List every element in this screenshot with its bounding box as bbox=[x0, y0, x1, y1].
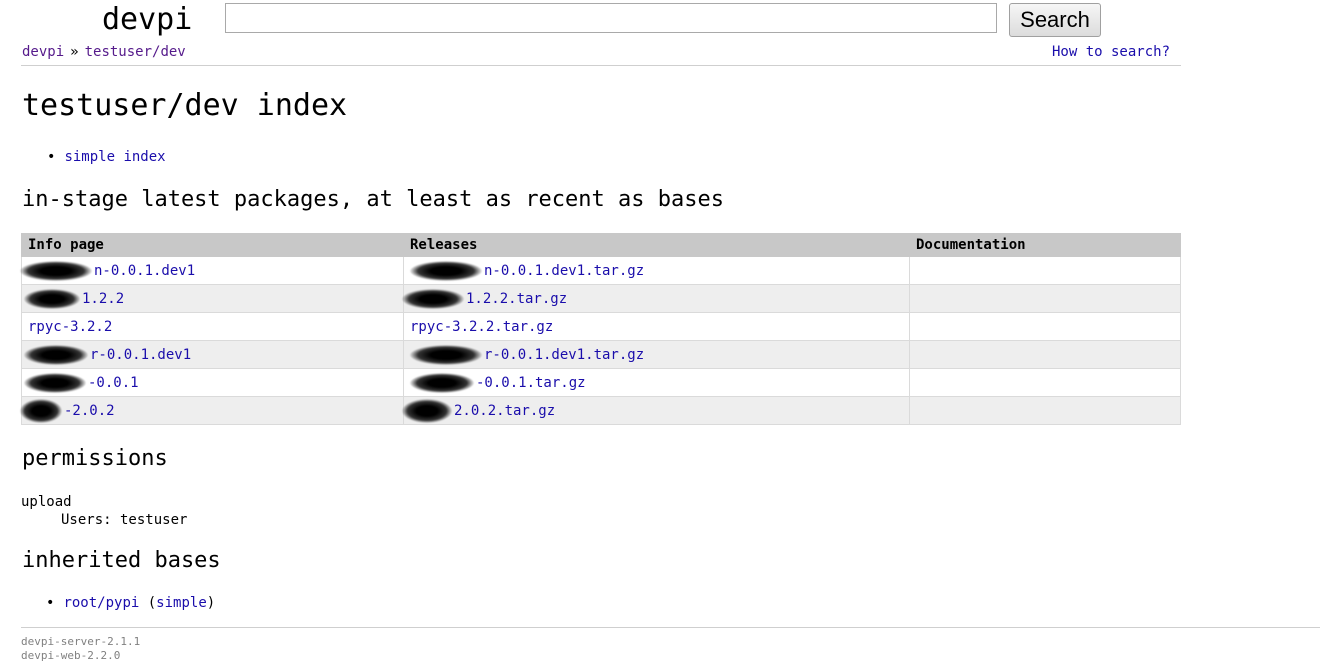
release-link[interactable]: 1.2.2.tar.gz bbox=[466, 291, 567, 307]
permissions-heading: permissions bbox=[22, 446, 168, 471]
release-cell: 2.0.2.tar.gz bbox=[402, 396, 910, 425]
redaction-scribble bbox=[402, 398, 452, 423]
redaction-scribble bbox=[410, 344, 482, 365]
info-page-link[interactable]: -0.0.1 bbox=[88, 375, 139, 391]
packages-table: Info page Releases Documentation n-0.0.1… bbox=[20, 233, 1181, 425]
info-cell: 1.2.2 bbox=[21, 284, 404, 313]
release-cell: n-0.0.1.dev1.tar.gz bbox=[403, 256, 910, 285]
table-row: -2.0.2 2.0.2.tar.gz bbox=[20, 396, 1181, 425]
info-cell: -2.0.2 bbox=[20, 396, 404, 425]
bases-list: root/pypi (simple) bbox=[46, 595, 215, 611]
info-page-link[interactable]: r-0.0.1.dev1 bbox=[90, 347, 191, 363]
info-page-link[interactable]: n-0.0.1.dev1 bbox=[94, 263, 195, 279]
documentation-cell bbox=[909, 340, 1181, 369]
release-link[interactable]: r-0.0.1.dev1.tar.gz bbox=[484, 347, 644, 363]
redaction-scribble bbox=[24, 344, 88, 365]
release-cell: 1.2.2.tar.gz bbox=[402, 284, 910, 313]
base-root-pypi-link[interactable]: root/pypi bbox=[63, 595, 139, 611]
devpi-logo[interactable]: devpi bbox=[102, 2, 192, 37]
upload-permission-label: upload bbox=[21, 494, 72, 510]
search-button[interactable]: Search bbox=[1009, 3, 1101, 37]
index-links-list: simple index bbox=[47, 149, 165, 165]
simple-index-link[interactable]: simple index bbox=[64, 149, 165, 165]
info-cell: r-0.0.1.dev1 bbox=[21, 340, 404, 369]
page-title: testuser/dev index bbox=[22, 88, 348, 123]
info-page-link[interactable]: rpyc-3.2.2 bbox=[28, 319, 112, 335]
release-cell: rpyc-3.2.2.tar.gz bbox=[403, 312, 910, 341]
packages-heading: in-stage latest packages, at least as re… bbox=[22, 187, 724, 212]
table-header-row: Info page Releases Documentation bbox=[21, 233, 1181, 257]
redaction-scribble bbox=[402, 288, 464, 309]
search-input[interactable] bbox=[225, 3, 997, 33]
release-link[interactable]: -0.0.1.tar.gz bbox=[476, 375, 586, 391]
permissions-list: upload Users: testuser bbox=[21, 493, 187, 529]
footer-divider bbox=[21, 627, 1320, 628]
documentation-cell bbox=[909, 256, 1181, 285]
base-simple-link[interactable]: simple bbox=[156, 595, 207, 611]
breadcrumb-root-link[interactable]: devpi bbox=[22, 44, 64, 60]
open-paren: ( bbox=[147, 595, 157, 611]
inherited-bases-heading: inherited bases bbox=[22, 548, 221, 573]
redaction-scribble bbox=[20, 398, 62, 423]
server-version: devpi-server-2.1.1 bbox=[21, 635, 141, 648]
info-page-link[interactable]: -2.0.2 bbox=[64, 403, 115, 419]
table-row: r-0.0.1.dev1 r-0.0.1.dev1.tar.gz bbox=[21, 340, 1181, 369]
table-row: -0.0.1 -0.0.1.tar.gz bbox=[21, 368, 1181, 397]
release-link[interactable]: rpyc-3.2.2.tar.gz bbox=[410, 319, 553, 335]
info-page-link[interactable]: 1.2.2 bbox=[82, 291, 124, 307]
list-item: root/pypi (simple) bbox=[46, 595, 215, 611]
redaction-scribble bbox=[24, 372, 86, 393]
release-cell: r-0.0.1.dev1.tar.gz bbox=[403, 340, 910, 369]
redaction-scribble bbox=[410, 372, 474, 393]
release-link[interactable]: 2.0.2.tar.gz bbox=[454, 403, 555, 419]
close-paren: ) bbox=[206, 595, 216, 611]
table-row: n-0.0.1.dev1 n-0.0.1.dev1.tar.gz bbox=[20, 256, 1181, 285]
column-header-info-page: Info page bbox=[21, 233, 404, 257]
redaction-scribble bbox=[20, 260, 92, 281]
info-cell: rpyc-3.2.2 bbox=[21, 312, 404, 341]
documentation-cell bbox=[909, 368, 1181, 397]
info-cell: -0.0.1 bbox=[21, 368, 404, 397]
redaction-scribble bbox=[410, 260, 482, 281]
documentation-cell bbox=[909, 312, 1181, 341]
table-row: 1.2.2 1.2.2.tar.gz bbox=[21, 284, 1181, 313]
documentation-cell bbox=[909, 284, 1181, 313]
upload-users: Users: testuser bbox=[61, 512, 188, 528]
documentation-cell bbox=[909, 396, 1181, 425]
release-link[interactable]: n-0.0.1.dev1.tar.gz bbox=[484, 263, 644, 279]
breadcrumb-index-link[interactable]: testuser/dev bbox=[85, 44, 186, 60]
release-cell: -0.0.1.tar.gz bbox=[403, 368, 910, 397]
table-row: rpyc-3.2.2 rpyc-3.2.2.tar.gz bbox=[21, 312, 1181, 341]
breadcrumb-separator: » bbox=[70, 44, 79, 60]
web-version: devpi-web-2.2.0 bbox=[21, 649, 121, 662]
breadcrumb: devpi » testuser/dev bbox=[22, 44, 186, 60]
column-header-documentation: Documentation bbox=[909, 233, 1181, 257]
how-to-search-link[interactable]: How to search? bbox=[1052, 44, 1170, 60]
header-divider bbox=[21, 65, 1181, 66]
info-cell: n-0.0.1.dev1 bbox=[20, 256, 404, 285]
column-header-releases: Releases bbox=[403, 233, 910, 257]
redaction-scribble bbox=[24, 288, 80, 309]
list-item: simple index bbox=[47, 149, 165, 165]
footer: devpi-server-2.1.1 devpi-web-2.2.0 bbox=[21, 635, 140, 663]
